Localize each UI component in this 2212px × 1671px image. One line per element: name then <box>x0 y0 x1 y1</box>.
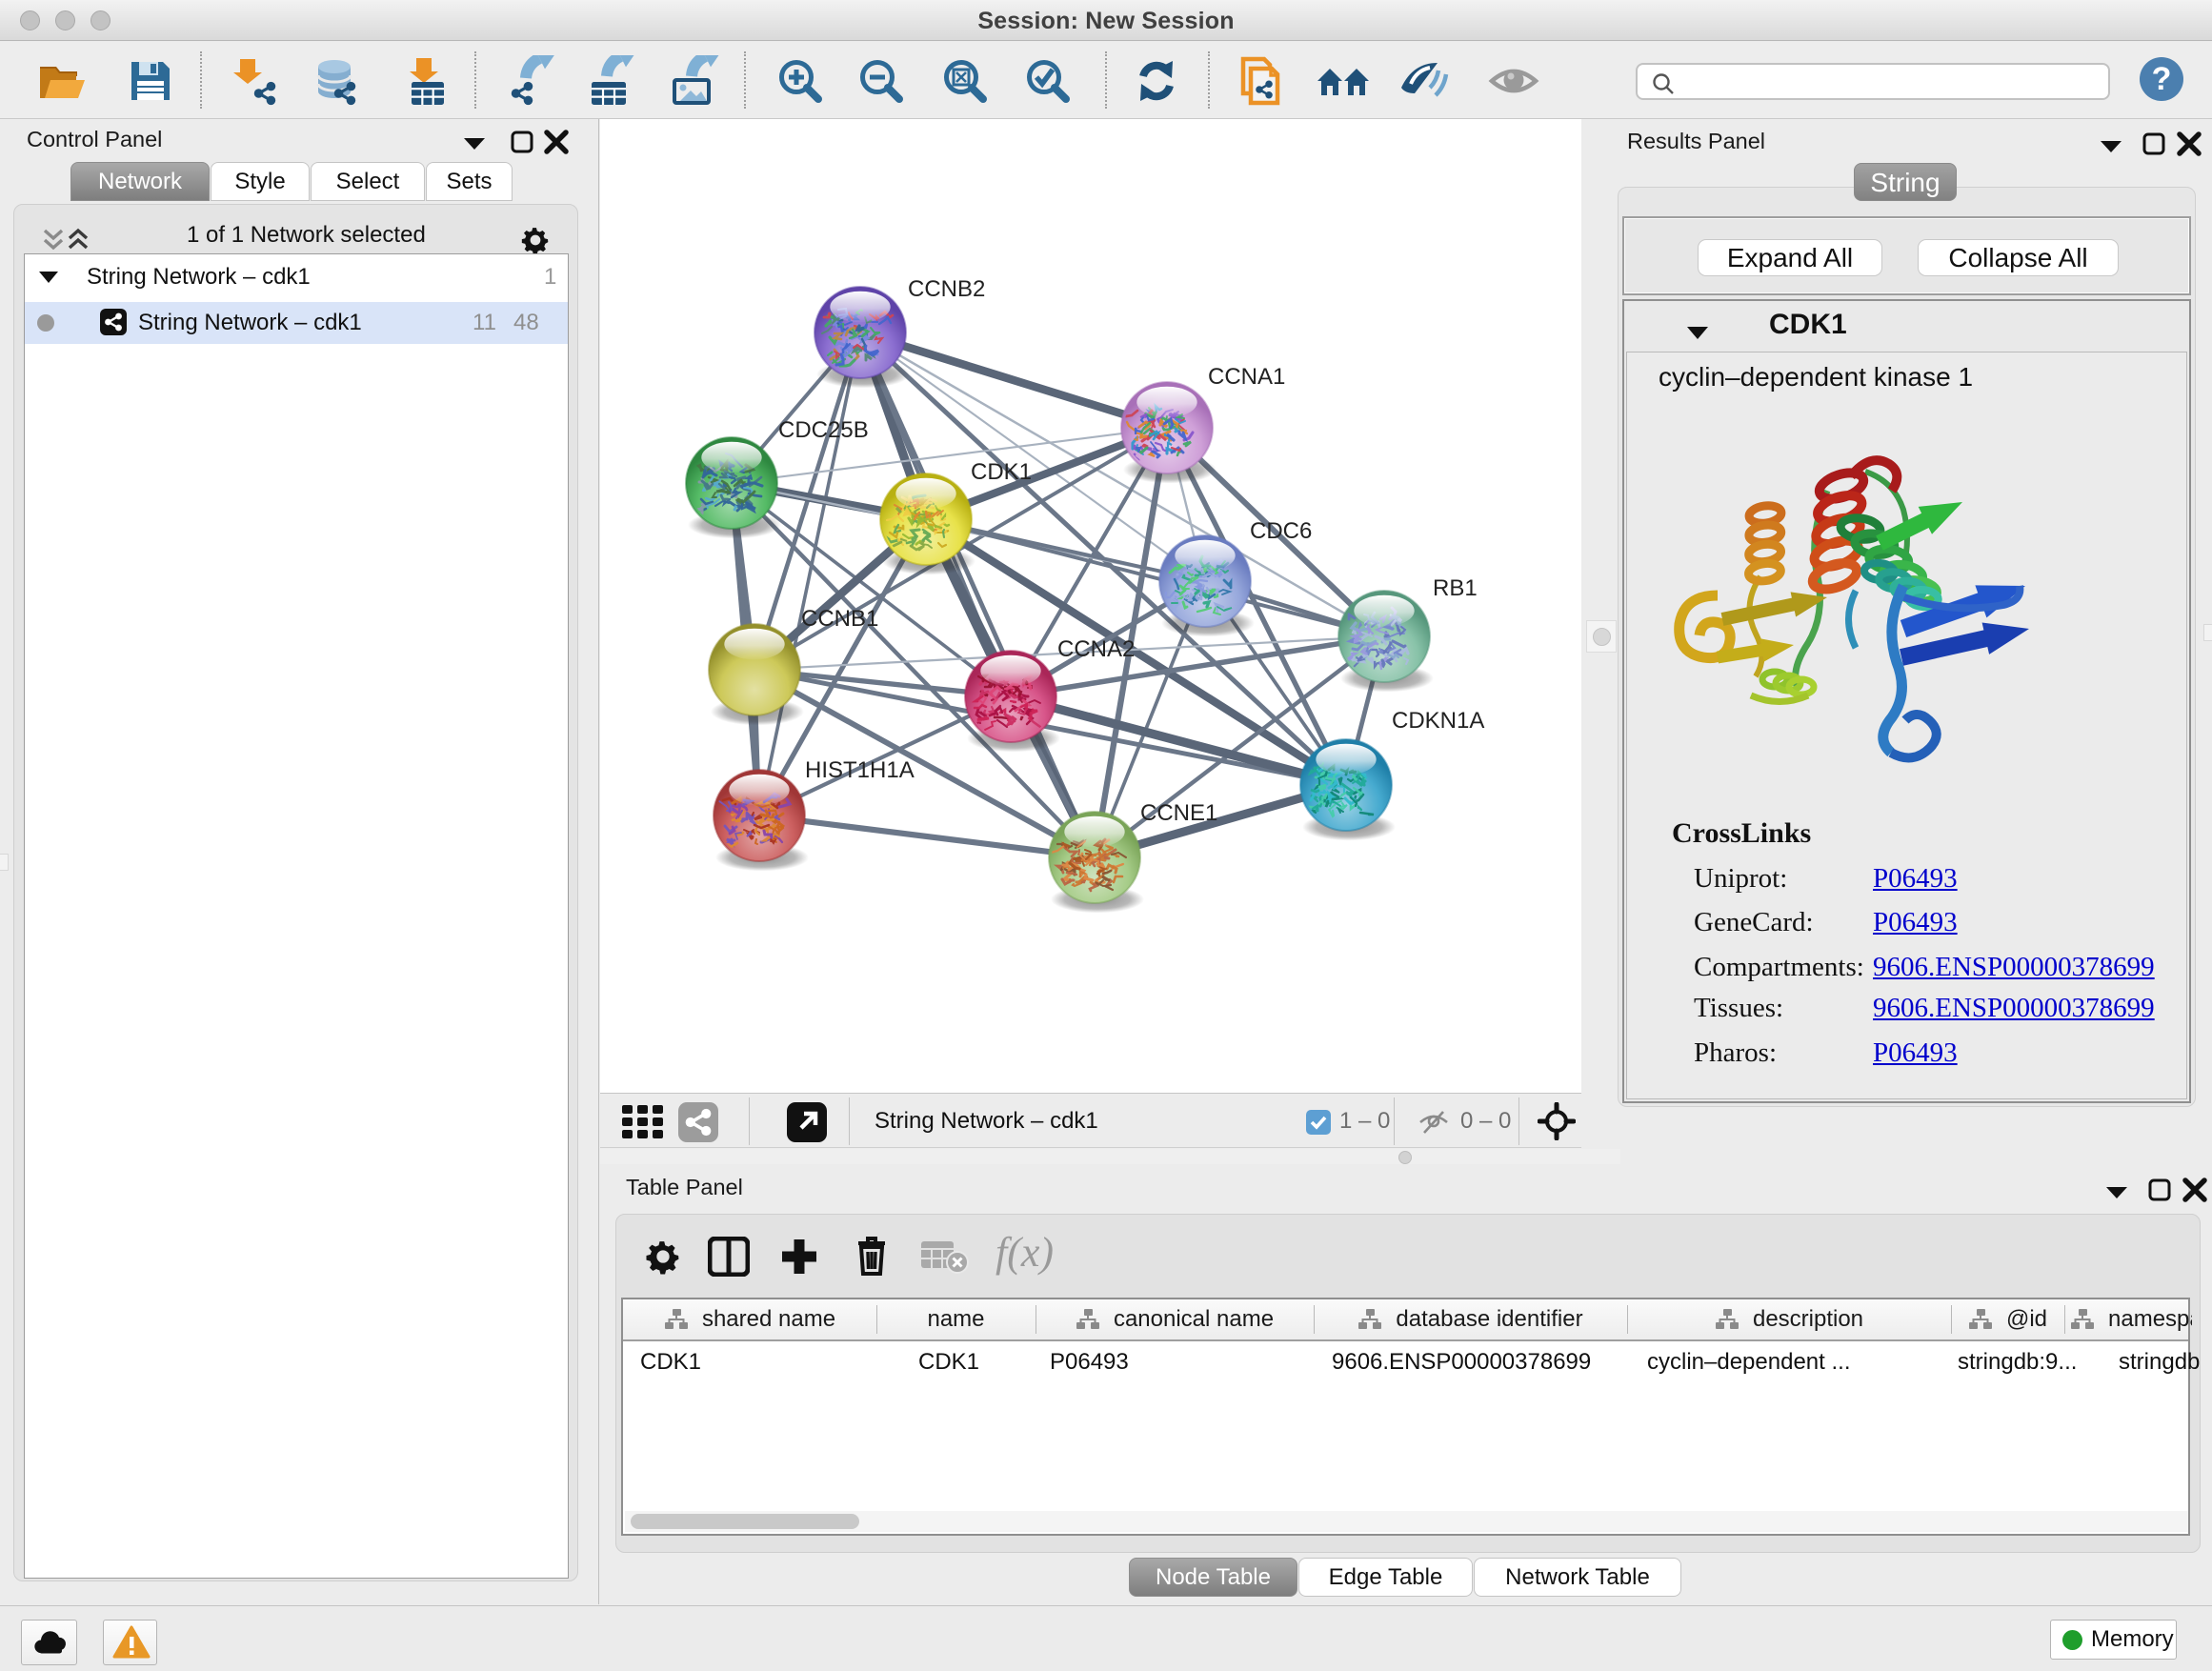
svg-text:?: ? <box>2152 61 2172 97</box>
svg-text:CDK1: CDK1 <box>971 459 1032 485</box>
svg-text:RB1: RB1 <box>1433 575 1478 601</box>
svg-text:CCNA2: CCNA2 <box>1057 636 1135 662</box>
svg-text:HIST1H1A: HIST1H1A <box>805 757 915 783</box>
svg-text:CDKN1A: CDKN1A <box>1392 708 1484 734</box>
svg-text:CCNB2: CCNB2 <box>908 276 985 302</box>
svg-text:CCNA1: CCNA1 <box>1208 364 1285 390</box>
svg-text:CDC25B: CDC25B <box>778 417 869 443</box>
svg-text:CCNE1: CCNE1 <box>1140 800 1217 826</box>
svg-text:CCNB1: CCNB1 <box>801 606 878 632</box>
svg-text:CDC6: CDC6 <box>1250 518 1312 544</box>
